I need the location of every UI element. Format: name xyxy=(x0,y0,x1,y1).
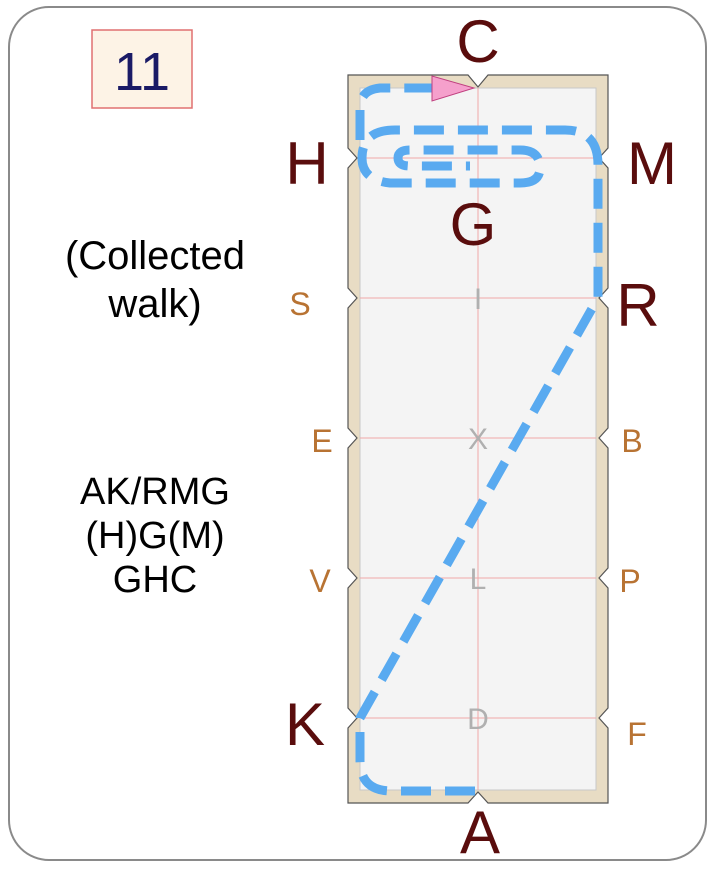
marker-c: C xyxy=(456,8,499,75)
marker-r: R xyxy=(616,272,659,339)
marker-v: V xyxy=(309,563,331,599)
movement-line: (H)G(M) xyxy=(85,515,225,557)
marker-i: I xyxy=(474,283,482,316)
marker-d: D xyxy=(467,703,489,736)
test-number: 11 xyxy=(114,42,170,102)
marker-h: H xyxy=(285,130,328,197)
marker-f: F xyxy=(627,716,647,752)
marker-l: L xyxy=(470,563,487,596)
marker-e: E xyxy=(311,423,332,459)
marker-m: M xyxy=(627,130,677,197)
dressage-test-diagram: 11 I X L D C H M G R K A S E B V P F xyxy=(8,6,707,866)
movement-line: GHC xyxy=(112,559,198,601)
marker-x: X xyxy=(468,423,488,456)
marker-a: A xyxy=(460,799,500,866)
marker-g: G xyxy=(450,191,497,258)
movement-line: AK/RMG xyxy=(80,471,230,513)
movement-description: (Collected walk) xyxy=(64,234,246,326)
marker-b: B xyxy=(621,423,642,459)
movement-list: AK/RMG (H)G(M) GHC xyxy=(20,470,290,602)
marker-k: K xyxy=(285,691,325,758)
marker-p: P xyxy=(619,563,640,599)
marker-s: S xyxy=(289,286,310,322)
